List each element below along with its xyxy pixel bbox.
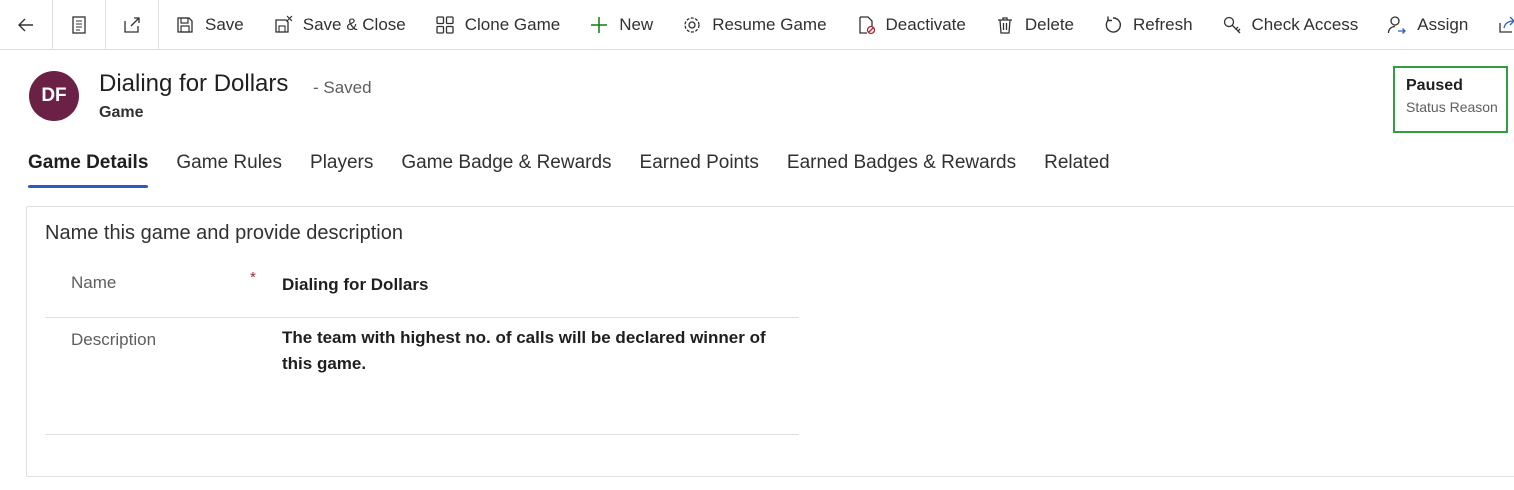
form-selector-button[interactable] <box>53 0 106 49</box>
tab-earned-badges-rewards[interactable]: Earned Badges & Rewards <box>787 152 1016 188</box>
delete-button[interactable]: Delete <box>979 0 1087 49</box>
refresh-button[interactable]: Refresh <box>1087 0 1206 49</box>
save-icon <box>175 15 195 35</box>
open-in-new-window-button[interactable] <box>106 0 159 49</box>
deactivate-button[interactable]: Deactivate <box>840 0 979 49</box>
required-indicator: * <box>250 269 256 286</box>
tab-game-badge-rewards[interactable]: Game Badge & Rewards <box>401 152 611 188</box>
save-close-label: Save & Close <box>302 14 406 34</box>
deactivate-icon <box>856 15 876 35</box>
refresh-icon <box>1103 15 1123 35</box>
status-reason-value: Paused <box>1406 77 1463 94</box>
description-label: Description <box>71 330 157 349</box>
check-access-label: Check Access <box>1251 14 1359 34</box>
clone-game-label: Clone Game <box>464 14 561 34</box>
clone-icon <box>435 15 455 35</box>
name-label: Name <box>71 273 117 292</box>
status-reason-label: Status Reason <box>1406 99 1498 115</box>
form-icon <box>72 15 86 34</box>
save-label: Save <box>205 14 244 34</box>
form-section: Name this game and provide description N… <box>26 206 1514 477</box>
clone-game-button[interactable]: Clone Game <box>419 0 573 49</box>
resume-game-button[interactable]: Resume Game <box>666 0 839 49</box>
name-input[interactable]: Dialing for Dollars <box>282 272 428 298</box>
tab-earned-points[interactable]: Earned Points <box>640 152 759 188</box>
section-title: Name this game and provide description <box>45 222 403 244</box>
trash-icon <box>995 15 1015 35</box>
save-close-icon <box>273 15 293 35</box>
description-input[interactable]: The team with highest no. of calls will … <box>282 325 792 377</box>
save-status-text: - Saved <box>313 78 372 97</box>
avatar: DF <box>29 71 79 121</box>
tab-related[interactable]: Related <box>1044 152 1110 188</box>
resume-game-label: Resume Game <box>712 14 827 34</box>
entity-name: Game <box>99 104 144 121</box>
tab-list: Game Details Game Rules Players Game Bad… <box>28 152 1138 188</box>
new-label: New <box>619 14 654 34</box>
new-button[interactable]: New <box>573 0 666 49</box>
gear-icon <box>682 15 702 35</box>
person-assign-icon <box>1387 15 1407 35</box>
assign-label: Assign <box>1417 14 1469 34</box>
tab-players[interactable]: Players <box>310 152 373 188</box>
status-reason-field[interactable]: Paused Status Reason <box>1393 66 1508 133</box>
save-button[interactable]: Save <box>159 0 257 49</box>
assign-button[interactable]: Assign <box>1371 0 1481 49</box>
command-bar: Save Save & Close Clone Game New Resume … <box>0 0 1514 50</box>
delete-label: Delete <box>1024 14 1074 34</box>
popout-icon <box>124 16 140 33</box>
save-close-button[interactable]: Save & Close <box>257 0 419 49</box>
refresh-label: Refresh <box>1133 14 1193 34</box>
deactivate-label: Deactivate <box>885 14 966 34</box>
name-field-row: Name * Dialing for Dollars <box>45 259 799 318</box>
plus-icon <box>589 15 609 35</box>
back-arrow-icon <box>18 18 33 31</box>
check-access-button[interactable]: Check Access <box>1206 0 1372 49</box>
back-button[interactable] <box>0 0 53 49</box>
share-button[interactable]: S <box>1481 0 1514 49</box>
record-title: Dialing for Dollars <box>99 70 289 97</box>
share-icon <box>1497 15 1514 35</box>
key-icon <box>1222 15 1242 35</box>
description-field-row: Description The team with highest no. of… <box>45 318 799 435</box>
tab-game-rules[interactable]: Game Rules <box>176 152 282 188</box>
tab-game-details[interactable]: Game Details <box>28 152 149 188</box>
